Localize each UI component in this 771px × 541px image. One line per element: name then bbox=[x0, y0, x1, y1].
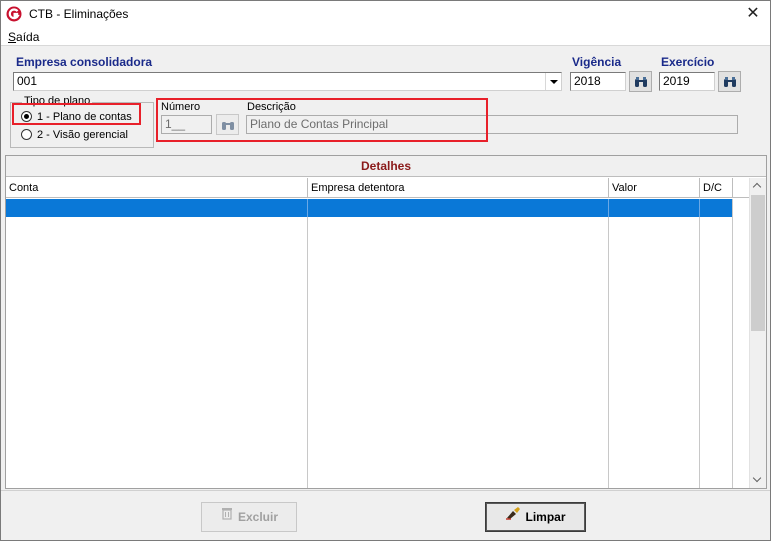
vigencia-value: 2018 bbox=[574, 74, 601, 88]
tipo-plano-label: Tipo de plano bbox=[22, 95, 93, 107]
numero-value: 1__ bbox=[165, 117, 186, 131]
column-header-conta[interactable]: Conta bbox=[6, 178, 308, 198]
numero-search-button[interactable] bbox=[216, 114, 239, 135]
menu-item-saida[interactable]: Saída bbox=[8, 30, 39, 44]
close-button[interactable]: ✕ bbox=[736, 1, 770, 27]
column-divider bbox=[608, 199, 609, 488]
radio-unchecked-icon[interactable] bbox=[21, 128, 32, 140]
binoculars-icon bbox=[222, 122, 234, 130]
footer-bar: Excluir Limpar bbox=[1, 490, 770, 540]
tipo-plano-group bbox=[10, 102, 154, 148]
details-panel: Detalhes Conta Empresa detentora Valor D… bbox=[5, 155, 767, 489]
descricao-value: Plano de Contas Principal bbox=[250, 117, 389, 131]
grid-header: Conta Empresa detentora Valor D/C bbox=[6, 178, 750, 198]
exercicio-search-button[interactable] bbox=[718, 71, 741, 92]
window-title: CTB - Eliminações bbox=[29, 7, 129, 21]
cell-divider bbox=[608, 199, 609, 217]
empresa-label: Empresa consolidadora bbox=[16, 55, 153, 69]
vertical-scrollbar[interactable] bbox=[749, 178, 766, 488]
trash-icon bbox=[220, 502, 234, 530]
binoculars-icon bbox=[724, 77, 736, 87]
numero-input[interactable]: 1__ bbox=[161, 115, 212, 134]
scroll-down-icon[interactable] bbox=[750, 472, 766, 488]
empresa-value: 001 bbox=[17, 74, 38, 88]
vigencia-search-button[interactable] bbox=[629, 71, 652, 92]
column-divider bbox=[699, 199, 700, 488]
numero-label: Número bbox=[161, 101, 201, 113]
radio-checked-icon[interactable] bbox=[21, 110, 32, 122]
details-title: Detalhes bbox=[6, 156, 766, 177]
vigencia-label: Vigência bbox=[572, 55, 622, 69]
descricao-label: Descrição bbox=[247, 101, 296, 113]
excluir-label: Excluir bbox=[237, 510, 279, 524]
radio-plano-de-contas[interactable]: 1 - Plano de contas bbox=[21, 110, 132, 123]
descricao-input[interactable]: Plano de Contas Principal bbox=[246, 115, 738, 134]
cell-divider bbox=[307, 199, 308, 217]
exercicio-label: Exercício bbox=[661, 55, 715, 69]
column-header-empresa-detentora[interactable]: Empresa detentora bbox=[308, 178, 609, 198]
vigencia-input[interactable]: 2018 bbox=[570, 72, 626, 91]
main-window: CTB - Eliminações ✕ Saída Empresa consol… bbox=[0, 0, 771, 541]
limpar-label: Limpar bbox=[525, 510, 566, 524]
excluir-button[interactable]: Excluir bbox=[201, 502, 297, 532]
chevron-down-icon[interactable] bbox=[545, 73, 561, 90]
column-header-dc[interactable]: D/C bbox=[700, 178, 733, 198]
exercicio-input[interactable]: 2019 bbox=[659, 72, 715, 91]
exercicio-value: 2019 bbox=[663, 74, 690, 88]
column-header-valor[interactable]: Valor bbox=[609, 178, 700, 198]
app-logo-icon bbox=[6, 6, 22, 22]
radio-plano-de-contas-label: 1 - Plano de contas bbox=[37, 111, 132, 123]
title-bar: CTB - Eliminações ✕ bbox=[1, 1, 770, 27]
scroll-thumb[interactable] bbox=[751, 195, 765, 331]
column-divider bbox=[307, 199, 308, 488]
eraser-brush-icon bbox=[505, 502, 521, 530]
radio-visao-gerencial[interactable]: 2 - Visão gerencial bbox=[21, 128, 128, 141]
menu-bar: Saída bbox=[1, 27, 770, 46]
table-row-selected[interactable] bbox=[6, 199, 732, 217]
cell-divider bbox=[699, 199, 700, 217]
column-divider bbox=[732, 199, 733, 488]
radio-visao-gerencial-label: 2 - Visão gerencial bbox=[37, 129, 128, 141]
scroll-up-icon[interactable] bbox=[750, 178, 766, 194]
empresa-combobox[interactable]: 001 bbox=[13, 72, 562, 91]
limpar-button[interactable]: Limpar bbox=[485, 502, 586, 532]
binoculars-icon bbox=[635, 77, 647, 87]
